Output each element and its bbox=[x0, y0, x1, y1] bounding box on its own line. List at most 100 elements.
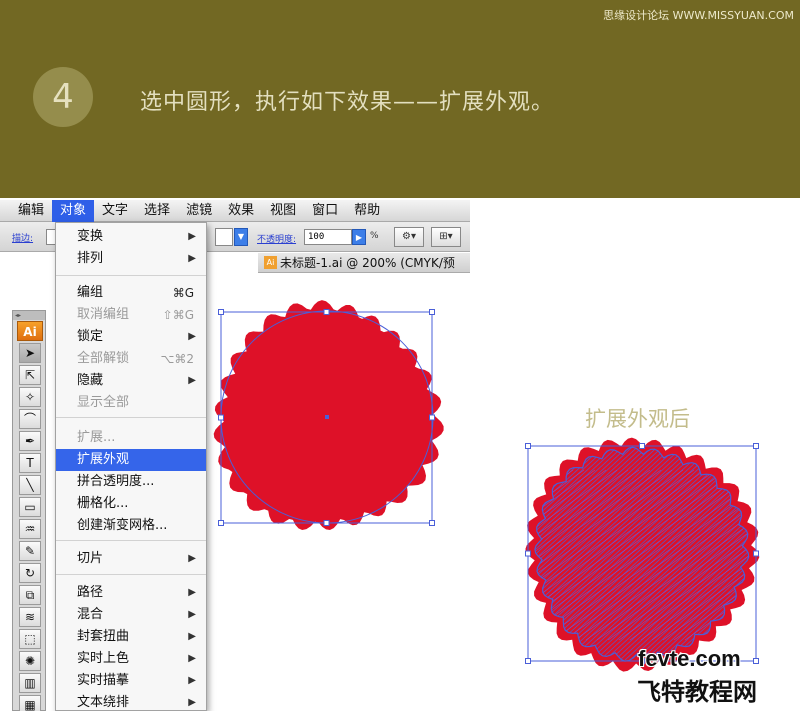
object-menu-item[interactable]: 实时上色 ▶ bbox=[56, 648, 206, 670]
submenu-arrow-icon: ▶ bbox=[188, 648, 196, 670]
bounding-box-handle bbox=[430, 521, 435, 526]
type-tool-icon[interactable]: T bbox=[19, 453, 41, 473]
menu-item-label: 混合 bbox=[77, 607, 103, 622]
submenu-arrow-icon: ▶ bbox=[188, 370, 196, 392]
line-tool-icon[interactable]: ╲ bbox=[19, 475, 41, 495]
menu-item-label: 锁定 bbox=[77, 329, 103, 344]
menu-item-label: 变换 bbox=[77, 229, 103, 244]
bounding-box-handle bbox=[640, 444, 645, 449]
menu-separator bbox=[56, 540, 206, 541]
object-menu-item: 显示全部 bbox=[56, 392, 206, 414]
menu-item-label: 文本绕排 bbox=[77, 695, 129, 710]
menu-item-shortcut: ⌥⌘2 bbox=[161, 348, 194, 370]
object-menu-item[interactable]: 编组 ⌘G bbox=[56, 282, 206, 304]
object-menu-item: 扩展... bbox=[56, 427, 206, 449]
pen-tool-icon[interactable]: ✒ bbox=[19, 431, 41, 451]
menu-item-label: 创建渐变网格... bbox=[77, 518, 167, 533]
tools-panel: ◂▸ Ai ➤⇱✧⌒✒T╲▭♒✎↻⧉≋⬚✺▥ ▦ bbox=[12, 310, 46, 711]
menu-item-label: 封套扭曲 bbox=[77, 629, 129, 644]
object-menu: 变换 ▶ 排列 ▶ 编组 ⌘G 取消编组 ⇧⌘G 锁定 ▶ 全部解锁 ⌥⌘2 隐藏 ▶ 显示全部扩展... 扩… bbox=[55, 222, 207, 711]
watermark-site: 飞特教程网 bbox=[637, 672, 757, 707]
symbol-sprayer-tool-icon[interactable]: ✺ bbox=[19, 651, 41, 671]
bounding-box-handle bbox=[526, 444, 531, 449]
scale-tool-icon[interactable]: ⧉ bbox=[19, 585, 41, 605]
menu-item-label: 隐藏 bbox=[77, 373, 103, 388]
watermark-fevte: fevte.com bbox=[638, 646, 741, 672]
menu-item-label: 扩展... bbox=[77, 430, 115, 445]
submenu-arrow-icon: ▶ bbox=[188, 626, 196, 648]
object-menu-item[interactable]: 文本绕排 ▶ bbox=[56, 692, 206, 711]
object-menu-item[interactable]: 封套扭曲 ▶ bbox=[56, 626, 206, 648]
warp-tool-icon[interactable]: ≋ bbox=[19, 607, 41, 627]
bounding-box-handle bbox=[526, 551, 531, 556]
object-menu-item[interactable]: 拼合透明度... bbox=[56, 471, 206, 493]
submenu-arrow-icon: ▶ bbox=[188, 226, 196, 248]
submenu-arrow-icon: ▶ bbox=[188, 582, 196, 604]
menu-item-label: 取消编组 bbox=[77, 307, 129, 322]
center-point bbox=[325, 415, 329, 419]
menu-separator bbox=[56, 275, 206, 276]
submenu-arrow-icon: ▶ bbox=[188, 326, 196, 348]
after-expand-label: 扩展外观后 bbox=[585, 403, 690, 433]
bounding-box-handle bbox=[219, 521, 224, 526]
magic-wand-tool-icon[interactable]: ✧ bbox=[19, 387, 41, 407]
bounding-box-handle bbox=[430, 310, 435, 315]
menu-item-label: 切片 bbox=[77, 551, 103, 566]
rectangle-tool-icon[interactable]: ▭ bbox=[19, 497, 41, 517]
direct-selection-tool-icon[interactable]: ⇱ bbox=[19, 365, 41, 385]
lasso-tool-icon[interactable]: ⌒ bbox=[19, 409, 41, 429]
object-menu-item[interactable]: 栅格化... bbox=[56, 493, 206, 515]
submenu-arrow-icon: ▶ bbox=[188, 548, 196, 570]
object-menu-item[interactable]: 锁定 ▶ bbox=[56, 326, 206, 348]
menu-item-label: 实时描摹 bbox=[77, 673, 129, 688]
menu-item-label: 显示全部 bbox=[77, 395, 129, 410]
menu-item-label: 拼合透明度... bbox=[77, 474, 154, 489]
menu-item-label: 编组 bbox=[77, 285, 103, 300]
bounding-box-handle bbox=[324, 521, 329, 526]
menu-separator bbox=[56, 574, 206, 575]
object-menu-item[interactable]: 混合 ▶ bbox=[56, 604, 206, 626]
object-menu-item[interactable]: 排列 ▶ bbox=[56, 248, 206, 270]
paintbrush-tool-icon[interactable]: ♒ bbox=[19, 519, 41, 539]
pencil-tool-icon[interactable]: ✎ bbox=[19, 541, 41, 561]
circle-before-expand[interactable] bbox=[214, 300, 444, 530]
tools-panel-grip[interactable]: ◂▸ bbox=[13, 311, 45, 320]
submenu-arrow-icon: ▶ bbox=[188, 692, 196, 711]
menu-item-label: 排列 bbox=[77, 251, 103, 266]
bounding-box-handle bbox=[219, 310, 224, 315]
object-menu-item: 取消编组 ⇧⌘G bbox=[56, 304, 206, 326]
bounding-box-handle bbox=[754, 551, 759, 556]
rotate-tool-icon[interactable]: ↻ bbox=[19, 563, 41, 583]
menu-separator bbox=[56, 417, 206, 418]
ai-logo: Ai bbox=[17, 321, 43, 341]
menu-item-label: 全部解锁 bbox=[77, 351, 129, 366]
menu-item-label: 扩展外观 bbox=[77, 452, 129, 467]
menu-item-shortcut: ⌘G bbox=[173, 282, 194, 304]
object-menu-item[interactable]: 隐藏 ▶ bbox=[56, 370, 206, 392]
selection-tool-icon[interactable]: ➤ bbox=[19, 343, 41, 363]
menu-item-label: 实时上色 bbox=[77, 651, 129, 666]
menu-item-shortcut: ⇧⌘G bbox=[163, 304, 194, 326]
menu-item-label: 栅格化... bbox=[77, 496, 128, 511]
submenu-arrow-icon: ▶ bbox=[188, 604, 196, 626]
object-menu-item[interactable]: 创建渐变网格... bbox=[56, 515, 206, 537]
graph-tool-icon[interactable]: ▥ bbox=[19, 673, 41, 693]
tool-list: ➤⇱✧⌒✒T╲▭♒✎↻⧉≋⬚✺▥ ▦ bbox=[13, 343, 45, 711]
submenu-arrow-icon: ▶ bbox=[188, 670, 196, 692]
free-transform-tool-icon[interactable]: ⬚ bbox=[19, 629, 41, 649]
bounding-box-handle bbox=[430, 415, 435, 420]
menu-item-label: 路径 bbox=[77, 585, 103, 600]
mesh-tool-icon[interactable]: ▦ bbox=[19, 695, 41, 711]
bounding-box-handle bbox=[754, 659, 759, 664]
bounding-box-handle bbox=[324, 310, 329, 315]
bounding-box-handle bbox=[754, 444, 759, 449]
submenu-arrow-icon: ▶ bbox=[188, 248, 196, 270]
bounding-box-handle bbox=[219, 415, 224, 420]
object-menu-item[interactable]: 实时描摹 ▶ bbox=[56, 670, 206, 692]
object-menu-item: 全部解锁 ⌥⌘2 bbox=[56, 348, 206, 370]
object-menu-item[interactable]: 扩展外观 bbox=[56, 449, 206, 471]
object-menu-item[interactable]: 变换 ▶ bbox=[56, 226, 206, 248]
object-menu-item[interactable]: 路径 ▶ bbox=[56, 582, 206, 604]
object-menu-item[interactable]: 切片 ▶ bbox=[56, 548, 206, 570]
bounding-box-handle bbox=[526, 659, 531, 664]
